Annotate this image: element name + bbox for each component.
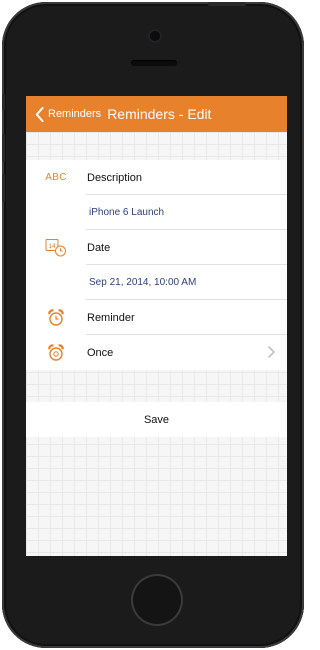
volume-up-button <box>2 134 5 162</box>
chevron-right-icon <box>268 346 275 358</box>
front-camera <box>150 31 160 41</box>
chevron-left-icon <box>35 106 44 122</box>
date-row: 14 Date <box>26 230 287 265</box>
description-value: iPhone 6 Launch <box>89 207 165 218</box>
page-title: Reminders - Edit <box>107 106 212 122</box>
save-button[interactable]: Save <box>26 402 287 437</box>
back-button[interactable]: Reminders <box>35 106 102 122</box>
mute-switch <box>2 94 5 110</box>
phone-frame: Reminders Reminders - Edit ABC Descripti… <box>2 2 304 648</box>
reminder-row: Reminder <box>26 300 287 335</box>
repeat-value: Once <box>87 346 114 359</box>
abc-icon-text: ABC <box>45 172 67 183</box>
description-field[interactable]: iPhone 6 Launch <box>26 195 287 230</box>
volume-down-button <box>2 174 5 202</box>
date-field[interactable]: Sep 21, 2014, 10:00 AM <box>26 265 287 300</box>
repeat-row[interactable]: Once <box>26 335 287 370</box>
back-button-label: Reminders <box>48 108 102 120</box>
reminder-form: ABC Description iPhone 6 Launch 14 Date <box>26 160 287 370</box>
navigation-bar: Reminders Reminders - Edit <box>26 96 287 132</box>
earpiece-speaker <box>131 60 177 66</box>
alarm-clock-icon <box>44 308 68 328</box>
description-row: ABC Description <box>26 160 287 195</box>
calendar-day-number: 14 <box>48 243 56 250</box>
reminder-label: Reminder <box>87 311 135 324</box>
power-button <box>208 2 246 6</box>
abc-icon: ABC <box>44 168 68 188</box>
description-label: Description <box>87 171 143 184</box>
save-button-label: Save <box>143 413 170 426</box>
app-screen: Reminders Reminders - Edit ABC Descripti… <box>26 96 287 556</box>
date-value: Sep 21, 2014, 10:00 AM <box>89 277 197 288</box>
calendar-clock-icon: 14 <box>44 238 68 258</box>
alarm-clock-icon <box>44 343 68 363</box>
date-label: Date <box>87 241 111 254</box>
home-button[interactable] <box>131 574 183 626</box>
